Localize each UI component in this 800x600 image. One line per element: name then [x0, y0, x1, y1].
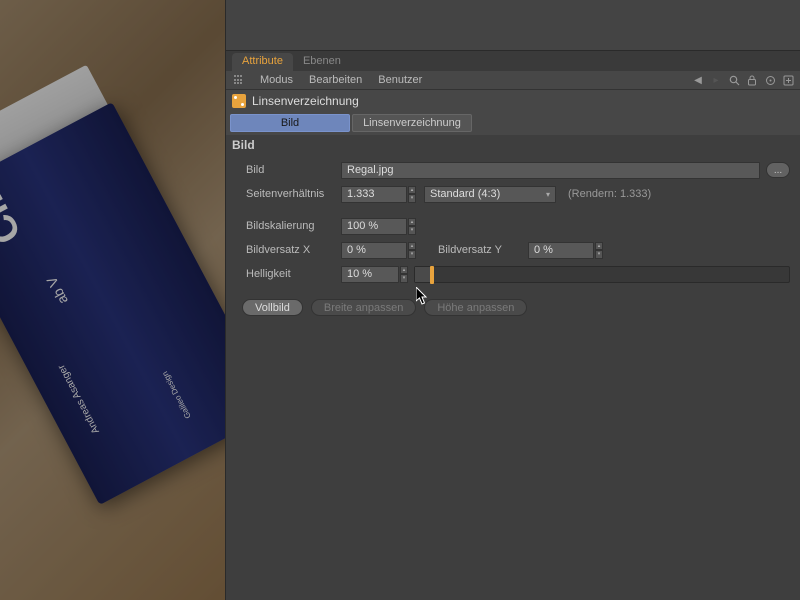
breite-button[interactable]: Breite anpassen — [311, 299, 417, 316]
seiten-label: Seitenverhältnis — [246, 188, 341, 200]
upper-area — [226, 0, 800, 51]
bvy-input[interactable] — [528, 242, 594, 259]
form-area: Bild ... Seitenverhältnis ▴▾ Standard (4… — [226, 155, 800, 295]
slider-thumb[interactable] — [430, 266, 434, 284]
menu-benutzer[interactable]: Benutzer — [378, 74, 422, 86]
object-name: Linsenverzeichnung — [252, 94, 359, 108]
search-icon[interactable] — [728, 74, 740, 86]
subtab-linsen[interactable]: Linsenverzeichnung — [352, 114, 472, 132]
new-icon[interactable] — [782, 74, 794, 86]
hoehe-button[interactable]: Höhe anpassen — [424, 299, 527, 316]
section-bild-header: Bild — [226, 135, 800, 155]
brightness-overlay — [0, 0, 225, 600]
seiten-stepper[interactable]: ▴▾ — [408, 186, 416, 203]
bvy-stepper[interactable]: ▴▾ — [595, 242, 603, 259]
subtabs: Bild Linsenverzeichnung — [226, 111, 800, 135]
mode-icon[interactable] — [234, 75, 244, 85]
button-row: Vollbild Breite anpassen Höhe anpassen — [226, 295, 800, 320]
right-panel: Attribute Ebenen Modus Bearbeiten Benutz… — [225, 0, 800, 600]
viewport[interactable]: Cinema ab V Andreas Asanger Galileo Desi… — [0, 0, 225, 600]
browse-button[interactable]: ... — [766, 162, 790, 178]
bvy-label: Bildversatz Y — [438, 244, 528, 256]
hell-input[interactable] — [341, 266, 399, 283]
menu-modus[interactable]: Modus — [260, 74, 293, 86]
target-icon[interactable] — [764, 74, 776, 86]
nav-back-icon[interactable]: ◀ — [692, 74, 704, 86]
tab-ebenen[interactable]: Ebenen — [293, 53, 351, 71]
tab-attribute[interactable]: Attribute — [232, 53, 293, 71]
bsk-input[interactable] — [341, 218, 407, 235]
attribute-toolbar: Modus Bearbeiten Benutzer ◀ ▸ — [226, 71, 800, 89]
seiten-input[interactable] — [341, 186, 407, 203]
render-hint: (Rendern: 1.333) — [568, 188, 651, 200]
bild-label: Bild — [246, 164, 341, 176]
seiten-preset-dropdown[interactable]: Standard (4:3) — [424, 186, 556, 203]
bsk-stepper[interactable]: ▴▾ — [408, 218, 416, 235]
nav-fwd-icon[interactable]: ▸ — [710, 74, 722, 86]
lock-icon[interactable] — [746, 74, 758, 86]
subtab-bild[interactable]: Bild — [230, 114, 350, 132]
vollbild-button[interactable]: Vollbild — [242, 299, 303, 316]
bild-input[interactable] — [341, 162, 760, 179]
panel-tabs: Attribute Ebenen — [226, 51, 800, 71]
bsk-label: Bildskalierung — [246, 220, 341, 232]
bvx-input[interactable] — [341, 242, 407, 259]
lens-distortion-icon — [232, 94, 246, 108]
hell-slider[interactable] — [414, 266, 790, 283]
bvx-stepper[interactable]: ▴▾ — [408, 242, 416, 259]
object-row: Linsenverzeichnung — [226, 89, 800, 111]
hell-stepper[interactable]: ▴▾ — [400, 266, 408, 283]
menu-bearbeiten[interactable]: Bearbeiten — [309, 74, 362, 86]
bvx-label: Bildversatz X — [246, 244, 341, 256]
hell-label: Helligkeit — [246, 268, 341, 280]
